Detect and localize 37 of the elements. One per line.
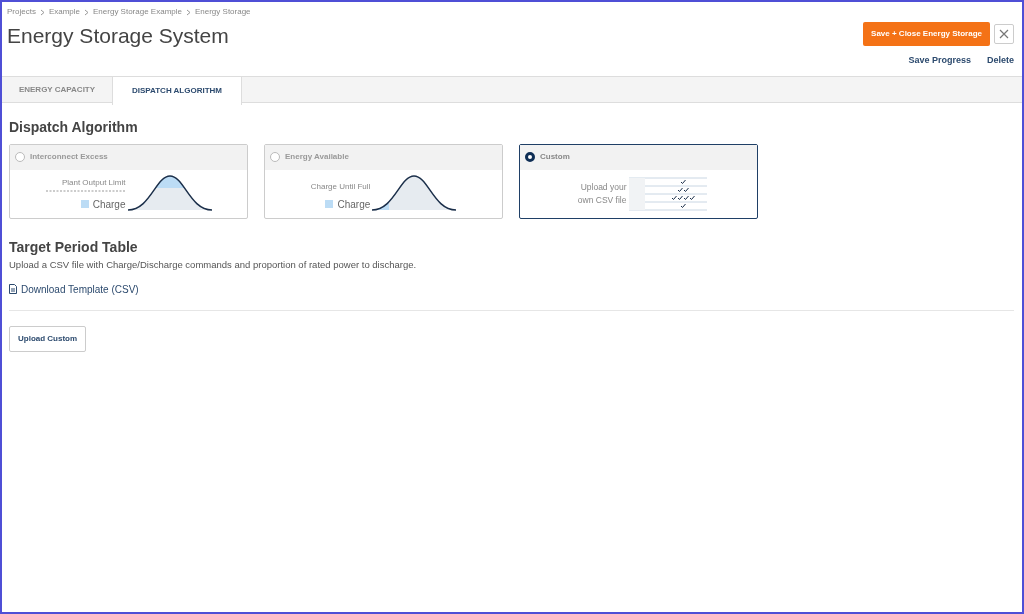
option-header[interactable]: Energy Available — [265, 144, 502, 170]
chevron-icon — [39, 8, 45, 16]
breadcrumb-link[interactable]: Energy Storage — [194, 6, 251, 18]
download-link[interactable]: Download Template (CSV) — [9, 281, 139, 297]
save-close-button[interactable]: Save + Close Energy Storage — [863, 22, 990, 46]
legend-swatch — [80, 200, 89, 208]
chevron-icon — [84, 8, 90, 16]
option-header[interactable]: Custom — [520, 144, 757, 170]
legend-label: Charge — [92, 197, 126, 212]
breadcrumb-link[interactable]: Projects — [7, 6, 36, 18]
radio-button[interactable] — [525, 152, 535, 162]
upload-button[interactable]: Upload Custom — [9, 325, 87, 352]
option-header[interactable]: Interconnect Excess — [10, 144, 247, 170]
legend-swatch — [325, 200, 334, 208]
option-label: Energy Available — [285, 151, 349, 163]
section-title: Dispatch Algorithm — [9, 117, 139, 137]
option-label: Custom — [540, 151, 570, 163]
header-link[interactable]: Delete — [987, 54, 1014, 68]
chevron-icon — [185, 8, 191, 16]
legend-label: Charge — [337, 197, 371, 212]
close-button[interactable] — [994, 24, 1014, 44]
chart-caption: Charge Until Full — [310, 180, 371, 193]
custom-caption: Upload your own CSV file — [576, 180, 627, 207]
tab[interactable]: DISPATCH ALGORITHM — [112, 76, 242, 105]
section-title: Target Period Table — [9, 237, 139, 257]
description-text: Upload a CSV file with Charge/Discharge commands and proportion of rated power to discharge. — [9, 257, 418, 272]
chart-caption: Plant Output Limit — [61, 176, 126, 189]
breadcrumb-link[interactable]: Energy Storage Example — [93, 6, 182, 18]
close-icon — [999, 29, 1009, 39]
option-label: Interconnect Excess — [30, 151, 108, 163]
radio-button[interactable] — [270, 152, 280, 162]
radio-button[interactable] — [15, 152, 25, 162]
document-icon — [9, 284, 17, 295]
tab[interactable]: ENERGY CAPACITY — [2, 76, 112, 104]
breadcrumb-link[interactable]: Example — [48, 6, 81, 18]
header-link[interactable]: Save Progress — [908, 54, 971, 68]
page-title: Energy Storage System — [7, 23, 230, 49]
